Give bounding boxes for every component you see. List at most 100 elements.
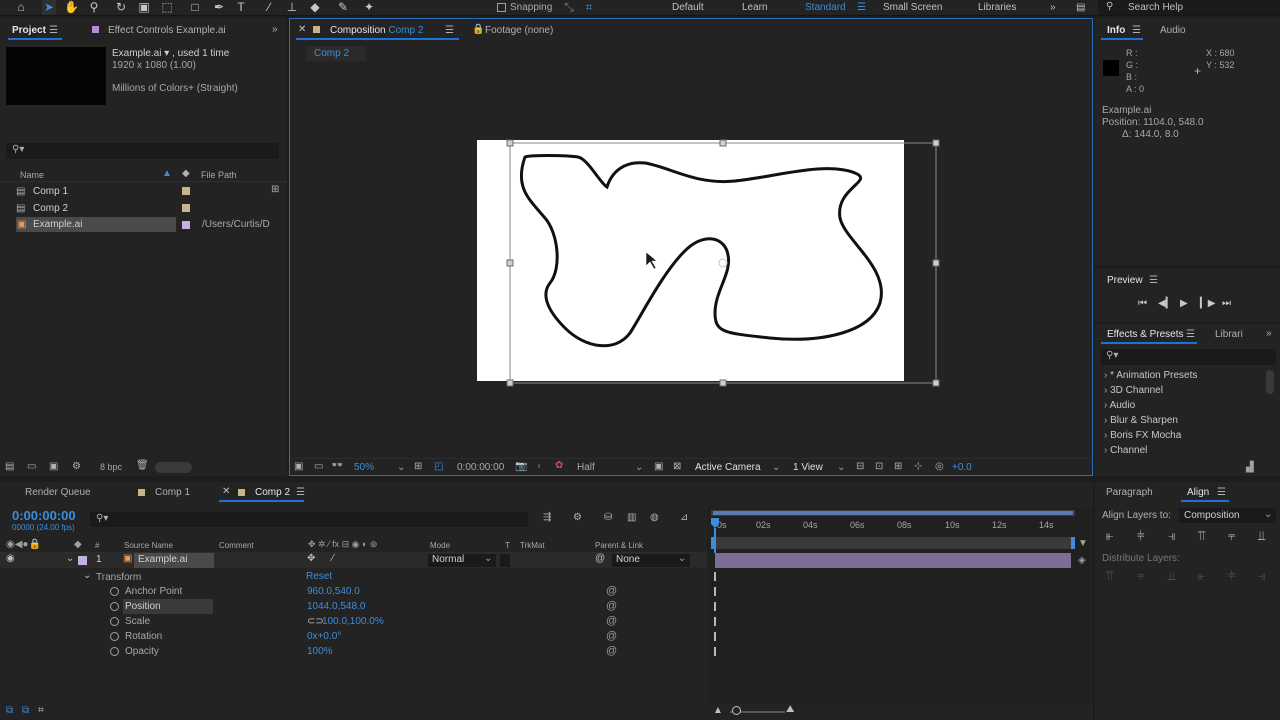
- type-tool-icon[interactable]: T: [234, 0, 248, 15]
- selection-tool-icon[interactable]: ➤: [42, 0, 56, 15]
- property-row[interactable]: Scale ⊂⊃ 100.0,100.0%: [108, 614, 608, 629]
- preserve-transparency-checkbox[interactable]: [500, 554, 510, 567]
- workspace-menu-icon[interactable]: ☰: [857, 2, 866, 13]
- current-time[interactable]: 0:00:00:00: [12, 508, 76, 523]
- list-item[interactable]: ▤ Comp 1: [16, 184, 176, 199]
- tab-composition[interactable]: Composition Comp 2: [330, 25, 423, 36]
- channels-icon[interactable]: ✿: [555, 460, 563, 471]
- search-help-field[interactable]: ⚲ Search Help: [1098, 0, 1280, 15]
- roto-brush-tool-icon[interactable]: ✎: [336, 0, 350, 15]
- distribute-top-icon[interactable]: ⫪: [1106, 568, 1113, 584]
- layer-name-field[interactable]: Example.ai: [134, 553, 214, 568]
- workspace-edit-icon[interactable]: ▤: [1076, 2, 1085, 13]
- property-row[interactable]: Rotation 0x+0.0°: [108, 629, 608, 644]
- eraser-tool-icon[interactable]: ◆: [308, 0, 322, 15]
- trash-icon[interactable]: 🗑: [136, 460, 149, 471]
- more-panels-icon[interactable]: »: [272, 24, 278, 35]
- bpc-label[interactable]: 8 bpc: [100, 462, 122, 472]
- layer-label-swatch[interactable]: [78, 556, 87, 565]
- workspace-learn[interactable]: Learn: [742, 2, 768, 13]
- shape-layer-artwork[interactable]: [470, 133, 950, 393]
- pick-whip-icon[interactable]: @: [595, 553, 605, 564]
- last-frame-icon[interactable]: ⏭: [1222, 298, 1231, 309]
- col-file-path[interactable]: File Path: [201, 170, 237, 180]
- work-area-end-handle[interactable]: [1071, 537, 1075, 549]
- timeline-search-input[interactable]: ⚲▾: [90, 512, 528, 527]
- pen-tool-icon[interactable]: ✒: [212, 0, 226, 15]
- label-color-swatch[interactable]: [182, 204, 190, 212]
- transfer-controls-icon[interactable]: ⧉: [22, 705, 29, 716]
- composition-flowchart-icon[interactable]: ⇶: [543, 512, 551, 523]
- tab-footage[interactable]: Footage (none): [485, 25, 553, 36]
- align-to-dropdown[interactable]: Composition ⌄: [1179, 508, 1276, 523]
- col-parent-link[interactable]: Parent & Link: [595, 541, 643, 550]
- snapping-checkbox[interactable]: [497, 3, 506, 12]
- tab-comp2[interactable]: Comp 2: [255, 487, 290, 498]
- mode-dropdown[interactable]: Normal ⌄: [428, 553, 496, 567]
- expression-pickwhip-icon[interactable]: @: [606, 600, 617, 612]
- reset-exposure-icon[interactable]: ◎: [935, 461, 944, 472]
- expression-pickwhip-icon[interactable]: @: [606, 615, 617, 627]
- layer-switches-icon[interactable]: ⧉: [6, 705, 13, 716]
- close-tab-icon[interactable]: ✕: [298, 24, 306, 35]
- effects-item[interactable]: › * Animation Presets: [1104, 370, 1197, 381]
- project-settings-icon[interactable]: ⚙: [72, 461, 81, 472]
- effects-scrollbar[interactable]: [1266, 370, 1274, 394]
- shy-layers-icon[interactable]: ⛁: [604, 512, 612, 523]
- align-bottom-icon[interactable]: ⫫: [1258, 528, 1265, 544]
- new-folder-icon[interactable]: ▭: [27, 461, 36, 472]
- info-menu-icon[interactable]: ☰: [1132, 25, 1141, 36]
- chevron-down-icon[interactable]: ⌄: [83, 570, 91, 581]
- tab-project[interactable]: Project: [12, 25, 46, 36]
- property-value[interactable]: 1044.0,548.0: [307, 599, 365, 614]
- snapshot-camera-icon[interactable]: 📷: [515, 461, 527, 472]
- distribute-hcenter-icon[interactable]: ⫩: [1228, 568, 1235, 584]
- in-out-icon[interactable]: ⌗: [38, 705, 44, 716]
- first-frame-icon[interactable]: ⏮: [1138, 298, 1147, 309]
- list-item-selected[interactable]: ▣ Example.ai: [16, 217, 176, 232]
- navigator-range[interactable]: [713, 511, 1073, 515]
- collapse-transform-icon[interactable]: ✥: [307, 553, 315, 564]
- effects-item[interactable]: › Blur & Sharpen: [1104, 415, 1178, 426]
- label-color-swatch[interactable]: [182, 221, 190, 229]
- motion-blur-icon[interactable]: ◍: [650, 512, 659, 523]
- property-value[interactable]: 0x+0.0°: [307, 629, 341, 644]
- property-value[interactable]: 100.0,100.0%: [322, 614, 384, 629]
- effects-menu-icon[interactable]: ☰: [1186, 329, 1195, 340]
- layer-duration-bar[interactable]: [715, 553, 1071, 568]
- tab-info[interactable]: Info: [1107, 25, 1125, 36]
- expression-pickwhip-icon[interactable]: @: [606, 585, 617, 597]
- zoom-out-icon[interactable]: ▲: [713, 705, 723, 716]
- label-color-swatch[interactable]: [182, 187, 190, 195]
- quality-icon[interactable]: ⁄: [332, 553, 334, 564]
- always-preview-icon[interactable]: ▣: [294, 461, 303, 472]
- chevron-down-icon[interactable]: ⌄: [66, 553, 74, 564]
- comp-button-icon[interactable]: ◈: [1078, 555, 1086, 566]
- property-value[interactable]: 960.0,540.0: [307, 584, 360, 599]
- stopwatch-icon[interactable]: [110, 602, 119, 611]
- effects-item[interactable]: › Boris FX Mocha: [1104, 430, 1181, 441]
- property-row[interactable]: Position 1044.0,548.0: [108, 599, 608, 614]
- play-icon[interactable]: ▶: [1180, 298, 1188, 309]
- parent-dropdown[interactable]: None ⌄: [612, 553, 690, 567]
- puppet-tool-icon[interactable]: ✦: [362, 0, 376, 15]
- mask-visibility-icon[interactable]: 👓: [331, 460, 343, 471]
- stopwatch-icon[interactable]: [110, 587, 119, 596]
- next-frame-icon[interactable]: ▎▶: [1200, 298, 1215, 309]
- new-composition-icon[interactable]: ▣: [49, 461, 58, 472]
- tab-paragraph[interactable]: Paragraph: [1106, 487, 1153, 498]
- chevron-down-icon[interactable]: ⌄: [397, 462, 405, 473]
- zoom-slider-handle[interactable]: [732, 706, 741, 715]
- camera-dropdown[interactable]: Active Camera: [695, 462, 761, 473]
- interpret-footage-icon[interactable]: ▤: [5, 461, 14, 472]
- work-area-bar[interactable]: [711, 537, 1075, 549]
- resolution-dropdown[interactable]: Half: [577, 462, 595, 473]
- new-item-icon[interactable]: ▟: [1246, 462, 1254, 473]
- col-t[interactable]: T: [505, 541, 510, 550]
- snap-options-icon[interactable]: ⤡: [562, 0, 576, 15]
- zoom-in-icon[interactable]: ⛰: [786, 704, 794, 715]
- tab-align[interactable]: Align: [1187, 487, 1209, 498]
- stopwatch-icon[interactable]: [110, 632, 119, 641]
- align-right-icon[interactable]: ⫣: [1168, 528, 1176, 544]
- layer-row[interactable]: ◉ ⌄ 1 ▣ Example.ai ✥ ⁄ Normal ⌄ @ None ⌄: [0, 553, 707, 568]
